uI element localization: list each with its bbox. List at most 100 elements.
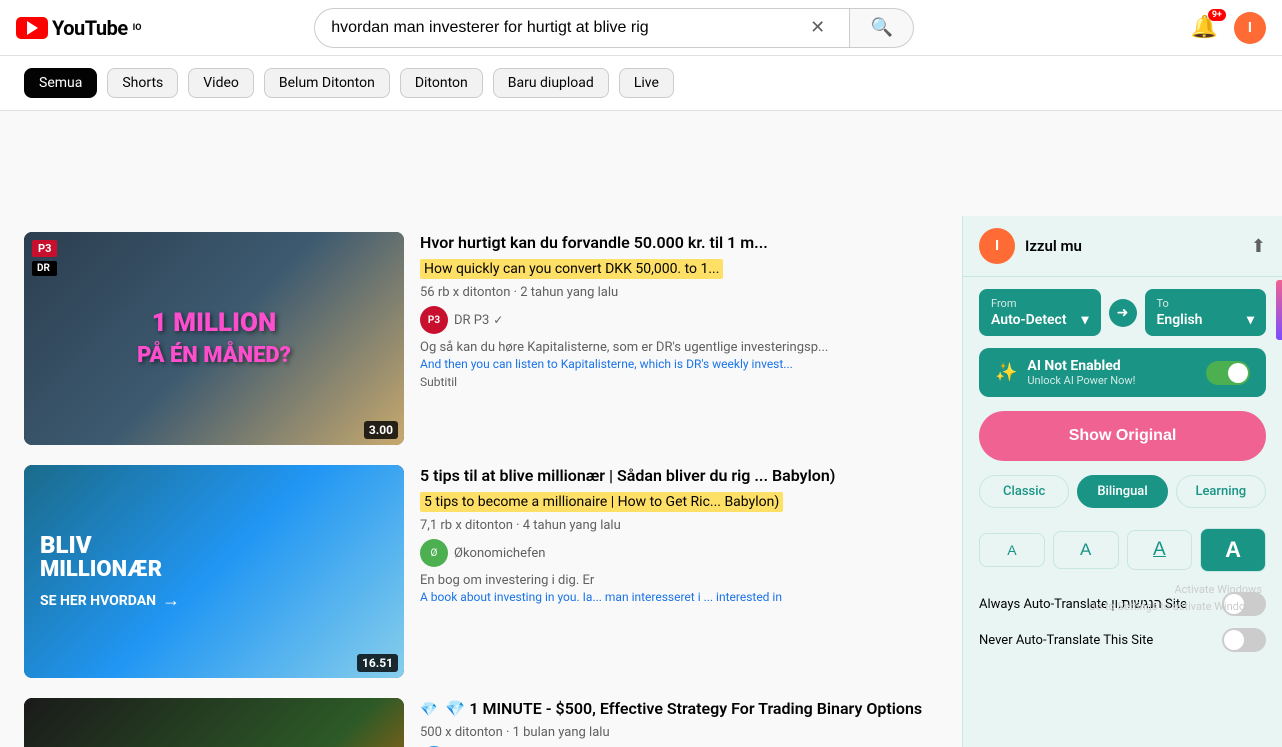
gem-icon: 💎	[420, 702, 437, 718]
video-list: 1 MILLION PÅ ÉN MÅNED? P3 DR 3.00 Hvor h…	[0, 216, 962, 747]
never-auto-row: Never Auto-Translate This Site	[979, 628, 1266, 652]
filter-chip-ditonton[interactable]: Ditonton	[400, 68, 483, 98]
youtube-text: YouTube	[52, 16, 128, 40]
video-info-1: Hvor hurtigt kan du forvandle 50.000 kr.…	[420, 232, 938, 445]
font-size-medium[interactable]: A	[1053, 531, 1119, 569]
video-meta-3: 500 x ditonton · 1 bulan yang lalu	[420, 725, 938, 740]
search-button[interactable]: 🔍	[850, 8, 914, 48]
header: YouTube IO ✕ 🔍 🔔 9+ I	[0, 0, 1282, 56]
ai-text: AI Not Enabled Unlock AI Power Now!	[1027, 358, 1196, 387]
notification-button[interactable]: 🔔 9+	[1191, 15, 1218, 40]
video-thumbnail-2[interactable]: BLIV MILLIONÆR SE HER HVORDAN → 16.51	[24, 465, 404, 678]
mode-tab-classic[interactable]: Classic	[979, 475, 1069, 508]
filter-chip-video[interactable]: Video	[188, 68, 254, 98]
lang-to-button[interactable]: To English ▾	[1145, 289, 1267, 336]
search-input[interactable]	[331, 19, 802, 37]
video-title-translated-1: How quickly can you convert DKK 50,000. …	[420, 259, 723, 279]
lang-from-value: Auto-Detect ▾	[991, 312, 1089, 328]
right-edge-decoration	[1276, 280, 1282, 340]
ai-toggle-row: ✨ AI Not Enabled Unlock AI Power Now!	[979, 348, 1266, 397]
channel-name-1[interactable]: DR P3 ✓	[454, 313, 503, 328]
subtitil-tag-1: Subtitil	[420, 375, 938, 389]
filter-chip-semua[interactable]: Semua	[24, 68, 97, 98]
channel-row-1: P3 DR P3 ✓	[420, 306, 938, 334]
youtube-superscript: IO	[133, 23, 142, 33]
video-title-3[interactable]: 💎 💎 1 MINUTE - $500, Effective Strategy …	[420, 698, 938, 721]
video-info-2: 5 tips til at blive millionær | Sådan bl…	[420, 465, 938, 678]
lang-from-label: From	[991, 297, 1089, 310]
mode-tab-bilingual[interactable]: Bilingual	[1077, 475, 1167, 508]
video-desc-2: En bog om investering i dig. Er	[420, 573, 938, 588]
search-box: ✕	[314, 8, 850, 48]
trans-panel-header: I Izzul mu ⬆	[963, 216, 1282, 277]
font-size-small[interactable]: A	[979, 533, 1045, 567]
font-small-icon: A	[1007, 542, 1016, 558]
mode-tab-learning[interactable]: Learning	[1176, 475, 1266, 508]
video-item-2: BLIV MILLIONÆR SE HER HVORDAN → 16.51 5 …	[24, 465, 938, 678]
dr-badge: DR	[32, 261, 57, 276]
video-thumbnail-3[interactable]: +$1,191 ✓	[24, 698, 404, 747]
search-area: ✕ 🔍	[314, 8, 914, 48]
duration-badge-1: 3.00	[364, 421, 398, 439]
never-auto-toggle[interactable]	[1222, 628, 1266, 652]
filter-chip-live[interactable]: Live	[619, 68, 674, 98]
video-thumbnail-1[interactable]: 1 MILLION PÅ ÉN MÅNED? P3 DR 3.00	[24, 232, 404, 445]
toggle-off-knob-2	[1224, 630, 1244, 650]
ai-toggle-switch[interactable]	[1206, 361, 1250, 385]
channel-avatar-1: P3	[420, 306, 448, 334]
lang-arrow: ➜	[1109, 299, 1137, 327]
video-title-2[interactable]: 5 tips til at blive millionær | Sådan bl…	[420, 465, 938, 487]
thumb-mill: MILLIONÆR	[40, 558, 162, 582]
arrow-icon: ➜	[1109, 299, 1137, 327]
main-content: 1 MILLION PÅ ÉN MÅNED? P3 DR 3.00 Hvor h…	[0, 216, 1282, 747]
font-size-xlarge[interactable]: A	[1200, 528, 1266, 572]
activate-line2: Go to Settings to activate Windows.	[1088, 598, 1262, 616]
youtube-play-icon	[16, 17, 48, 39]
font-size-large[interactable]: A	[1127, 530, 1193, 570]
trans-avatar: I	[979, 228, 1015, 264]
channel-badges: P3 DR	[32, 240, 57, 276]
avatar[interactable]: I	[1234, 12, 1266, 44]
video-title-1[interactable]: Hvor hurtigt kan du forvandle 50.000 kr.…	[420, 232, 938, 254]
channel-name-2[interactable]: Økonomichefen	[454, 546, 545, 561]
activate-line1: Activate Windows	[1088, 581, 1262, 599]
never-auto-label: Never Auto-Translate This Site	[979, 633, 1153, 648]
ai-icon: ✨	[995, 362, 1017, 383]
windows-activation-watermark: Activate Windows Go to Settings to activ…	[1088, 581, 1262, 616]
header-right: 🔔 9+ I	[1191, 12, 1266, 44]
channel-avatar-2: Ø	[420, 539, 448, 567]
video-meta-1: 56 rb x ditonton · 2 tahun yang lalu	[420, 285, 938, 300]
logo-area: YouTube IO	[16, 16, 176, 40]
ai-title: AI Not Enabled	[1027, 358, 1196, 374]
notification-badge: 9+	[1208, 9, 1226, 21]
p3-badge: P3	[32, 240, 57, 257]
font-xlarge-icon: A	[1225, 537, 1241, 563]
thumbnail-visual-3: +$1,191 ✓	[24, 698, 404, 747]
filter-chip-baru[interactable]: Baru diupload	[493, 68, 609, 98]
show-original-button[interactable]: Show Original	[979, 411, 1266, 461]
video-desc-translated-1: And then you can listen to Kapitalistern…	[420, 357, 938, 371]
filter-chip-shorts[interactable]: Shorts	[107, 68, 178, 98]
verified-icon-1: ✓	[493, 313, 503, 327]
search-icon: 🔍	[870, 17, 892, 38]
thumbnail-visual-1: 1 MILLION PÅ ÉN MÅNED?	[24, 232, 404, 445]
channel-row-2: Ø Økonomichefen	[420, 539, 938, 567]
youtube-logo[interactable]: YouTube IO	[16, 16, 142, 40]
play-triangle	[27, 21, 38, 35]
video-meta-2: 7,1 rb x ditonton · 4 tahun yang lalu	[420, 518, 938, 533]
duration-badge-2: 16.51	[357, 654, 398, 672]
toggle-knob	[1228, 363, 1248, 383]
search-clear-icon[interactable]: ✕	[802, 17, 833, 38]
chevron-down-icon: ▾	[1081, 312, 1088, 328]
video-item: 1 MILLION PÅ ÉN MÅNED? P3 DR 3.00 Hvor h…	[24, 232, 938, 445]
ai-subtitle: Unlock AI Power Now!	[1027, 374, 1196, 387]
mode-tabs: Classic Bilingual Learning	[963, 475, 1282, 520]
thumb-bliv: BLIV	[40, 532, 92, 558]
video-info-3: 💎 💎 1 MINUTE - $500, Effective Strategy …	[420, 698, 938, 747]
filter-chip-belum[interactable]: Belum Ditonton	[264, 68, 390, 98]
video-desc-translated-2: A book about investing in you. Ia... man…	[420, 590, 938, 604]
lang-from-button[interactable]: From Auto-Detect ▾	[979, 289, 1101, 336]
font-large-icon: A	[1153, 539, 1166, 561]
share-button[interactable]: ⬆	[1251, 236, 1266, 257]
font-medium-icon: A	[1080, 540, 1091, 560]
